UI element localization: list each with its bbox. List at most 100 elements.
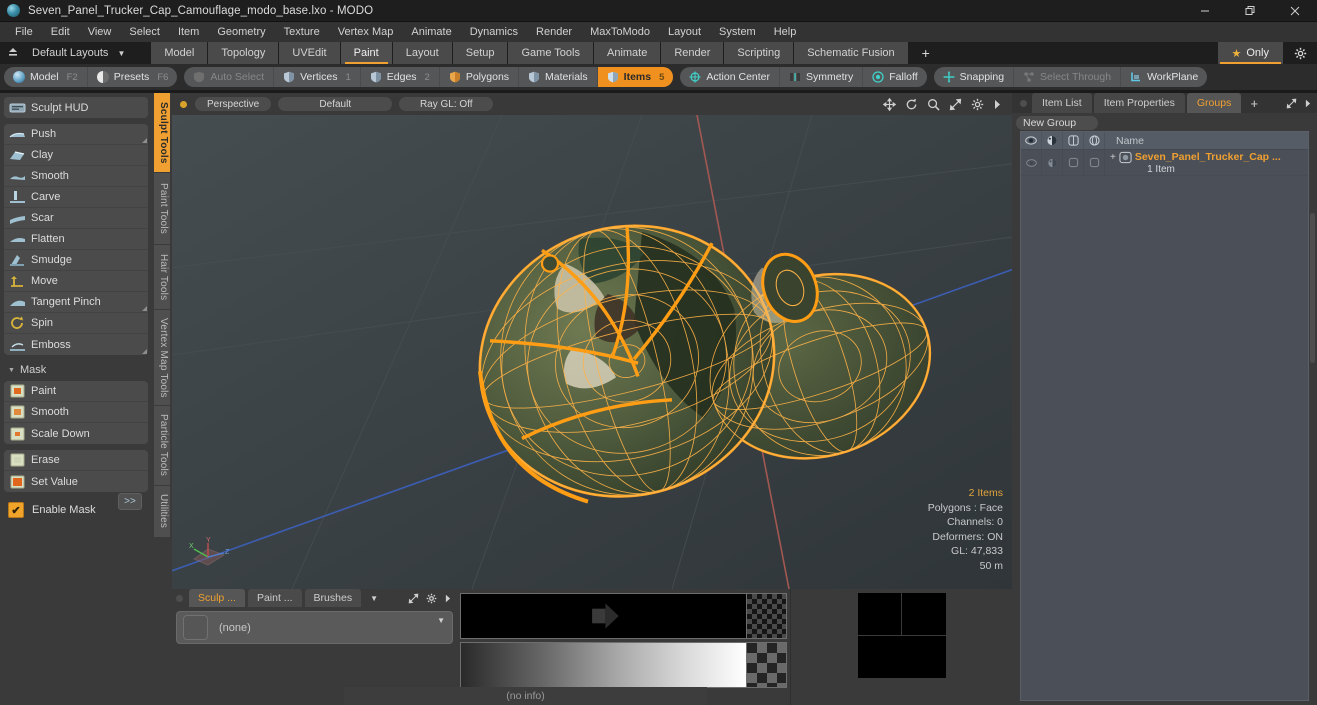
viewport-raygl-button[interactable]: Ray GL: Off <box>399 97 494 111</box>
mode-items[interactable]: Items 5 <box>597 67 674 87</box>
brush-swatch[interactable] <box>183 615 208 640</box>
brush-thumbnail[interactable] <box>857 593 946 678</box>
only-toggle[interactable]: ★ Only <box>1217 42 1283 64</box>
snapping-button[interactable]: Snapping <box>934 67 1015 87</box>
fit-icon[interactable] <box>949 98 962 111</box>
tab-schematic-fusion[interactable]: Schematic Fusion <box>794 42 909 64</box>
mode-model[interactable]: Model F2 <box>4 67 88 87</box>
menu-item-maxtomodo[interactable]: MaxToModo <box>581 22 659 42</box>
menu-item-texture[interactable]: Texture <box>275 22 329 42</box>
vtab-hair-tools[interactable]: Hair Tools <box>154 245 170 310</box>
menu-item-geometry[interactable]: Geometry <box>208 22 274 42</box>
mode-polygons[interactable]: Polygons <box>440 67 520 87</box>
vtab-particle-tools[interactable]: Particle Tools <box>154 406 170 486</box>
tree-item[interactable]: + Seven_Panel_Trucker_Cap ... 1 Item <box>1105 150 1308 175</box>
col-render-icon[interactable] <box>1042 132 1063 149</box>
action-center-button[interactable]: Action Center <box>680 67 781 87</box>
table-row[interactable]: + Seven_Panel_Trucker_Cap ... 1 Item <box>1021 150 1308 176</box>
brush-selector[interactable]: (none) ▼ <box>176 611 453 644</box>
menu-item-item[interactable]: Item <box>169 22 208 42</box>
tab-setup[interactable]: Setup <box>452 42 509 64</box>
expand-icon[interactable] <box>1286 98 1297 109</box>
gear-icon[interactable] <box>426 593 437 604</box>
menu-item-dynamics[interactable]: Dynamics <box>461 22 527 42</box>
enable-mask-checkbox[interactable]: ✔ <box>8 502 24 518</box>
tool-move[interactable]: Move <box>4 271 148 292</box>
tool-emboss[interactable]: Emboss <box>4 334 148 355</box>
menu-item-system[interactable]: System <box>710 22 765 42</box>
brush-shape-preview[interactable] <box>460 593 787 639</box>
col-eye-icon[interactable] <box>1021 132 1042 149</box>
axis-gizmo[interactable]: X Y Z <box>186 535 234 577</box>
select-through-button[interactable]: Select Through <box>1014 67 1122 87</box>
menu-item-select[interactable]: Select <box>120 22 169 42</box>
sculpt-hud-row[interactable]: Sculpt HUD <box>4 97 148 118</box>
row-render-toggle[interactable] <box>1042 150 1063 175</box>
menu-item-edit[interactable]: Edit <box>42 22 79 42</box>
menu-item-render[interactable]: Render <box>527 22 581 42</box>
row-shade-toggle[interactable] <box>1063 150 1084 175</box>
menu-item-vertex-map[interactable]: Vertex Map <box>329 22 403 42</box>
pan-icon[interactable] <box>883 97 896 111</box>
mask-section-header[interactable]: ▼ Mask <box>4 361 148 381</box>
tab-layout[interactable]: Layout <box>392 42 453 64</box>
menu-item-view[interactable]: View <box>79 22 121 42</box>
row-wireframe-toggle[interactable] <box>1084 150 1105 175</box>
symmetry-button[interactable]: Symmetry <box>780 67 864 87</box>
tab-topology[interactable]: Topology <box>208 42 280 64</box>
tool-carve[interactable]: Carve <box>4 187 148 208</box>
mode-edges[interactable]: Edges 2 <box>361 67 440 87</box>
upload-icon[interactable] <box>0 46 26 61</box>
falloff-button[interactable]: Falloff <box>863 67 926 87</box>
tab-item-list[interactable]: Item List <box>1032 93 1092 113</box>
tool-clay[interactable]: Clay <box>4 145 148 166</box>
tab-sculpt-settings[interactable]: Sculp ... <box>189 589 245 607</box>
bottom-panel-dot[interactable] <box>176 594 183 602</box>
chevron-down-icon[interactable]: ▼ <box>370 594 378 603</box>
vtab-utilities[interactable]: Utilities <box>154 486 170 538</box>
fast-forward-button[interactable]: >> <box>118 493 142 510</box>
mask-set-value[interactable]: Set Value <box>4 471 148 492</box>
zoom-icon[interactable] <box>927 98 940 111</box>
view-dot[interactable] <box>180 100 187 108</box>
mode-vertices[interactable]: Vertices 1 <box>274 67 361 87</box>
mode-presets[interactable]: Presets F6 <box>88 67 178 87</box>
arrow-right-icon[interactable] <box>1304 98 1312 109</box>
default-layouts-label[interactable]: Default Layouts <box>26 47 114 59</box>
tab-render[interactable]: Render <box>661 42 725 64</box>
restore-icon[interactable] <box>1227 0 1272 22</box>
menu-item-help[interactable]: Help <box>765 22 806 42</box>
tab-uvedit[interactable]: UVEdit <box>279 42 341 64</box>
tool-spin[interactable]: Spin <box>4 313 148 334</box>
tool-flatten[interactable]: Flatten <box>4 229 148 250</box>
close-icon[interactable] <box>1272 0 1317 22</box>
tab-groups[interactable]: Groups <box>1186 93 1242 113</box>
new-group-button[interactable]: New Group <box>1016 116 1098 130</box>
col-shade-icon[interactable] <box>1063 132 1084 149</box>
tab-model[interactable]: Model <box>151 42 209 64</box>
gear-icon[interactable] <box>971 98 984 111</box>
tool-tangent-pinch[interactable]: Tangent Pinch <box>4 292 148 313</box>
vtab-paint-tools[interactable]: Paint Tools <box>154 173 170 245</box>
vtab-vertex-map-tools[interactable]: Vertex Map Tools <box>154 310 170 406</box>
mask-erase[interactable]: Erase <box>4 450 148 471</box>
tab-animate[interactable]: Animate <box>593 42 662 64</box>
viewport-3d-canvas[interactable]: 2 Items Polygons : Face Channels: 0 Defo… <box>172 115 1012 589</box>
brush-falloff-preview[interactable] <box>460 642 787 688</box>
arrow-right-icon[interactable] <box>993 98 1002 111</box>
row-eye-toggle[interactable] <box>1021 150 1042 175</box>
col-wireframe-icon[interactable] <box>1084 132 1105 149</box>
chevron-down-icon[interactable]: ▼ <box>437 616 445 625</box>
tool-scar[interactable]: Scar <box>4 208 148 229</box>
tab-item-properties[interactable]: Item Properties <box>1093 93 1185 113</box>
gear-icon[interactable] <box>1283 42 1317 64</box>
viewport-shading-button[interactable]: Default <box>278 97 393 111</box>
vtab-sculpt-tools[interactable]: Sculpt Tools <box>154 93 170 173</box>
workplane-button[interactable]: WorkPlane <box>1121 67 1207 87</box>
menu-item-layout[interactable]: Layout <box>659 22 710 42</box>
tool-smooth[interactable]: Smooth <box>4 166 148 187</box>
tab-game-tools[interactable]: Game Tools <box>508 42 594 64</box>
tool-smudge[interactable]: Smudge <box>4 250 148 271</box>
arrow-right-icon[interactable] <box>444 593 452 604</box>
right-panel-scrollbar[interactable] <box>1310 213 1315 363</box>
